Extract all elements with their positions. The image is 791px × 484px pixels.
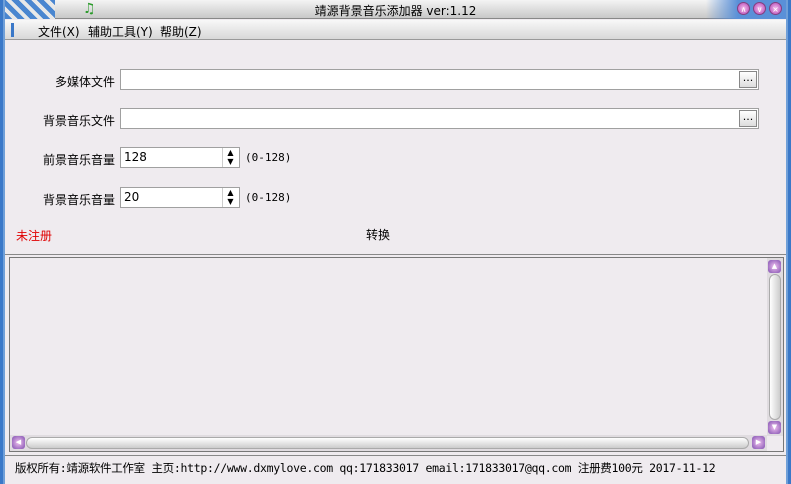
close-button[interactable]: × [769, 2, 782, 15]
horizontal-scroll-thumb[interactable] [26, 437, 749, 449]
media-browse-button[interactable]: ... [739, 71, 757, 88]
minimize-button[interactable]: ∧ [737, 2, 750, 15]
bgm-browse-button[interactable]: ... [739, 110, 757, 127]
window-title: 靖源背景音乐添加器 ver:1.12 [314, 4, 477, 18]
fg-volume-stepper[interactable]: 128 ▲ ▼ [120, 147, 240, 168]
scroll-down-icon[interactable]: ▼ [768, 421, 781, 434]
unregistered-link[interactable]: 未注册 [16, 227, 52, 244]
maximize-button[interactable]: ∨ [753, 2, 766, 15]
bgm-row: 背景音乐文件 [5, 108, 115, 130]
spin-arrows-icon[interactable]: ▲ ▼ [222, 188, 238, 207]
scroll-left-icon[interactable]: ◀ [12, 436, 25, 449]
menu-file[interactable]: 文件(X) [38, 23, 80, 40]
bg-volume-row: 背景音乐音量 [5, 187, 115, 209]
media-row: 多媒体文件 [5, 69, 115, 91]
bg-volume-label: 背景音乐音量 [42, 193, 115, 207]
fg-volume-value: 128 [124, 150, 147, 164]
convert-button[interactable]: 转换 [366, 226, 390, 243]
bg-volume-range: (0-128) [245, 191, 292, 204]
vertical-scrollbar[interactable]: ▲ ▼ [767, 258, 783, 436]
menu-bar: 文件(X) 辅助工具(Y) 帮助(Z) [5, 20, 786, 40]
divider [5, 254, 786, 255]
menu-grip [11, 23, 14, 37]
menu-help[interactable]: 帮助(Z) [160, 23, 202, 40]
spin-arrows-icon[interactable]: ▲ ▼ [222, 148, 238, 167]
status-bar: 版权所有:靖源软件工作室 主页:http://www.dxmylove.com … [5, 455, 786, 477]
media-file-input[interactable] [120, 69, 759, 90]
bg-volume-value: 20 [124, 190, 140, 204]
bgm-file-input[interactable] [120, 108, 759, 129]
title-bar[interactable]: ♫ 靖源背景音乐添加器 ver:1.12 ∧ ∨ × [5, 0, 786, 19]
bg-volume-stepper[interactable]: 20 ▲ ▼ [120, 187, 240, 208]
scroll-right-icon[interactable]: ▶ [752, 436, 765, 449]
menu-tools[interactable]: 辅助工具(Y) [88, 23, 153, 40]
vertical-scroll-thumb[interactable] [769, 274, 781, 420]
app-window: ♫ 靖源背景音乐添加器 ver:1.12 ∧ ∨ × 文件(X) 辅助工具(Y)… [3, 0, 788, 484]
fg-volume-row: 前景音乐音量 [5, 147, 115, 169]
bgm-label: 背景音乐文件 [42, 114, 115, 128]
log-textarea[interactable]: ▲ ▼ ◀ ▶ [9, 257, 784, 452]
scroll-up-icon[interactable]: ▲ [768, 260, 781, 273]
horizontal-scrollbar[interactable]: ◀ ▶ [10, 435, 767, 451]
media-label: 多媒体文件 [54, 75, 115, 89]
fg-volume-label: 前景音乐音量 [42, 153, 115, 167]
fg-volume-range: (0-128) [245, 151, 292, 164]
